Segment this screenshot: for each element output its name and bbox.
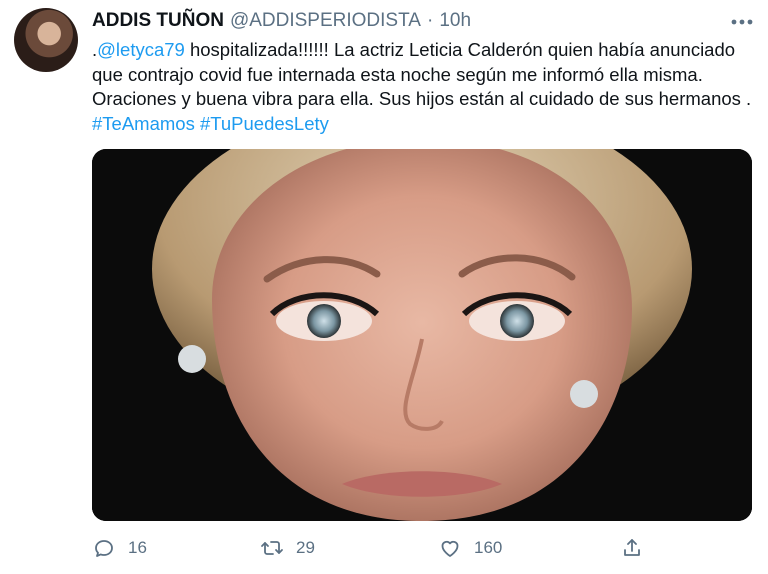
tweet-timestamp[interactable]: 10h bbox=[439, 10, 471, 32]
like-count: 160 bbox=[474, 538, 503, 557]
tweet-header: ADDIS TUÑON @ADDISPERIODISTA · 10h bbox=[92, 10, 471, 34]
header-separator: · bbox=[426, 10, 434, 31]
portrait-image bbox=[92, 149, 752, 521]
tweet-actions: 16 29 160 bbox=[92, 533, 732, 563]
share-icon bbox=[624, 539, 640, 556]
reply-button[interactable]: 16 bbox=[92, 533, 147, 563]
more-options-button[interactable] bbox=[728, 12, 756, 32]
heart-icon bbox=[441, 540, 459, 557]
share-button[interactable] bbox=[620, 533, 644, 563]
hashtag-link-teamamos[interactable]: #TeAmamos bbox=[92, 113, 195, 134]
retweet-count: 29 bbox=[296, 538, 315, 557]
reply-icon bbox=[95, 540, 113, 557]
retweet-button[interactable]: 29 bbox=[260, 533, 315, 563]
mention-link[interactable]: @letyca79 bbox=[97, 39, 185, 60]
tweet-text: .@letyca79 hospitalizada!!!!!! La actriz… bbox=[92, 38, 758, 136]
tweet-card[interactable]: ADDIS TUÑON @ADDISPERIODISTA · 10h .@let… bbox=[0, 0, 768, 574]
tweet-body: hospitalizada!!!!!! La actriz Leticia Ca… bbox=[92, 39, 752, 109]
tweet-media-photo[interactable] bbox=[92, 149, 752, 521]
hashtag-link-tupuedeslety[interactable]: #TuPuedesLety bbox=[200, 113, 329, 134]
author-handle[interactable]: @ADDISPERIODISTA bbox=[230, 10, 421, 32]
retweet-icon bbox=[261, 541, 283, 555]
reply-count: 16 bbox=[128, 538, 147, 557]
more-horizontal-icon bbox=[731, 19, 753, 25]
avatar[interactable] bbox=[14, 8, 78, 72]
like-button[interactable]: 160 bbox=[438, 533, 502, 563]
author-name[interactable]: ADDIS TUÑON bbox=[92, 10, 224, 32]
